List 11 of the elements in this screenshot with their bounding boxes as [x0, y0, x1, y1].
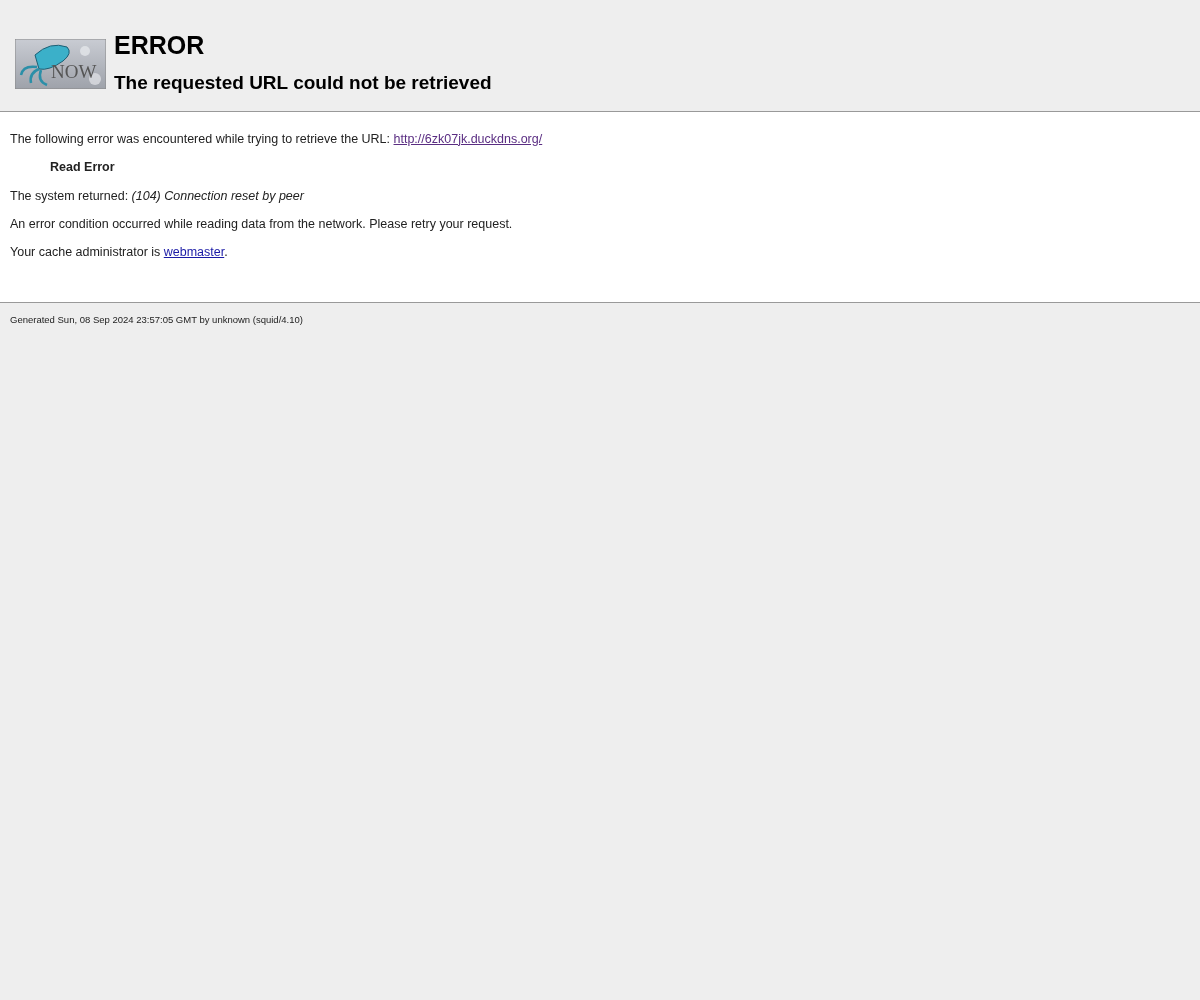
paragraph-text: The following error was encountered while trying to retrieve the URL: http://6zk07jk.duckdns.org/	[10, 131, 544, 147]
text-link[interactable]: http://6zk07jk.duckdns.org/	[393, 131, 543, 146]
paragraph-text: An error condition occurred while reading data from the network. Please retry your request.	[10, 216, 514, 232]
footer-text: Generated Sun, 08 Sep 2024 23:57:05 GMT by unknown (squid/4.10)	[10, 312, 304, 327]
error-name: Read Error	[49, 160, 116, 175]
paragraph-text: The system returned: (104) Connection reset by peer	[10, 188, 306, 203]
paragraph-text: Your cache administrator is webmaster.	[10, 245, 229, 260]
squid-logo-drawing: NOW	[15, 39, 106, 89]
page-title: ERROR	[114, 30, 206, 60]
text-link[interactable]: webmaster	[163, 245, 225, 260]
page-subtitle: The requested URL could not be retrieved	[114, 72, 492, 95]
